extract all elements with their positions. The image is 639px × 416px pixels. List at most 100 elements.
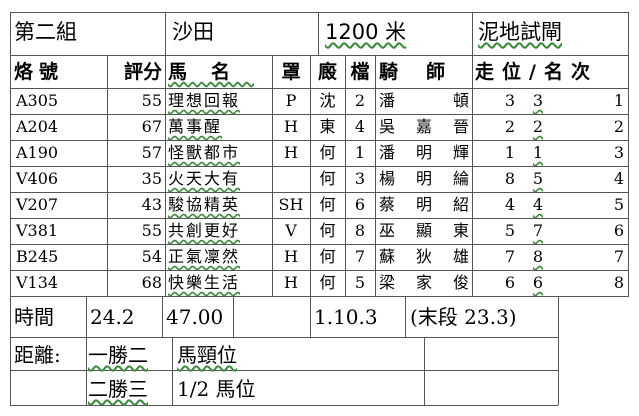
time-label: 時間: [14, 305, 54, 329]
rating-cell: 55: [141, 221, 162, 240]
jockey-char: 東: [452, 221, 469, 240]
jockey-char: 顯: [415, 221, 432, 240]
brand-cell: A190: [16, 143, 59, 162]
time-last-section: (末段 23.3): [410, 305, 517, 329]
draw-cell: 1: [354, 143, 366, 162]
running-position-2: 8: [532, 247, 544, 266]
margin-first-value: 馬頸位: [177, 343, 237, 367]
running-position-1: 8: [504, 169, 516, 188]
rating-cell: 43: [141, 195, 162, 214]
jockey-char: 輝: [452, 143, 469, 162]
col-header-trainer: 廄: [317, 61, 337, 83]
jockey-cell: 梁家 俊: [379, 275, 469, 291]
jockey-char: 晉: [452, 117, 469, 136]
jockey-char: 潘: [379, 91, 396, 110]
running-position-1: 2: [504, 117, 516, 136]
finish-place: 7: [613, 247, 624, 266]
running-position-2: 6: [532, 273, 544, 292]
finish-place: 2: [613, 117, 624, 136]
col-header-jockey: 騎師: [379, 61, 474, 83]
jockey-char: 紹: [452, 195, 469, 214]
jockey-cell: 潘明 輝: [379, 145, 469, 161]
trainer-cell: 何: [319, 221, 336, 240]
jockey-char: 潘: [379, 143, 396, 162]
col-header-brand: 烙號: [14, 63, 84, 82]
jockey-cell: 潘頓: [379, 93, 469, 109]
gear-cell: H: [284, 143, 298, 162]
draw-cell: 2: [354, 91, 366, 110]
draw-cell: 3: [354, 169, 366, 188]
jockey-cell: 楊明 綸: [379, 171, 469, 187]
brand-cell: V406: [16, 169, 59, 188]
col-header-running: 走位/名次: [475, 61, 598, 83]
running-position-1: 7: [504, 247, 516, 266]
finish-place: 5: [613, 195, 624, 214]
horse-name-cell: 理想回報: [168, 91, 241, 110]
distance-label: 1200 米: [325, 20, 407, 44]
jockey-char: 巫: [379, 221, 396, 240]
jockey-char: 楊: [379, 169, 396, 188]
horse-name-cell: 快樂生活: [168, 273, 241, 292]
draw-cell: 4: [354, 117, 366, 136]
gear-cell: H: [284, 247, 298, 266]
running-position-2: 4: [532, 195, 544, 214]
jockey-char: 明: [415, 143, 432, 162]
running-position-2: 5: [532, 169, 544, 188]
rating-cell: 57: [141, 143, 162, 162]
trainer-cell: 何: [319, 247, 336, 266]
jockey-char: 蘇: [379, 247, 396, 266]
jockey-cell: 巫顯 東: [379, 223, 469, 239]
running-position-2: 7: [532, 221, 544, 240]
gear-cell: H: [284, 273, 298, 292]
horse-name-cell: 駿協精英: [168, 195, 241, 214]
jockey-char: 俊: [452, 273, 469, 292]
brand-cell: B245: [16, 247, 59, 266]
gear-cell: SH: [278, 195, 304, 214]
col-header-brand-text: 烙號: [14, 61, 65, 83]
horse-name-cell: 火天大有: [168, 169, 241, 188]
rating-cell: 55: [141, 91, 162, 110]
col-header-rating: 評分: [123, 61, 162, 83]
jockey-char: 綸: [452, 169, 469, 188]
running-position-1: 5: [504, 221, 516, 240]
gear-cell: H: [284, 117, 298, 136]
running-position-2: 2: [532, 117, 544, 136]
running-position-1: 6: [504, 273, 516, 292]
horse-name-cell: 正氣凜然: [168, 247, 241, 266]
jockey-char: 明: [415, 195, 432, 214]
jockey-cell: 蘇狄 雄: [379, 249, 469, 265]
time-400m: 24.2: [90, 305, 135, 329]
jockey-char: 吳: [379, 117, 396, 136]
jockey-char: 頓: [452, 91, 469, 110]
horse-name-cell: 怪獸都市: [168, 143, 241, 162]
jockey-char: 明: [415, 169, 432, 188]
jockey-char: 嘉: [415, 117, 432, 136]
trainer-cell: 何: [319, 169, 336, 188]
track-label: 泥地試閘: [478, 20, 562, 44]
trainer-cell: 何: [319, 273, 336, 292]
group-label: 第二組: [14, 20, 77, 44]
jockey-char: 狄: [415, 247, 432, 266]
finish-place: 6: [613, 221, 624, 240]
rating-cell: 35: [141, 169, 162, 188]
brand-cell: V207: [16, 195, 59, 214]
trainer-cell: 沈: [319, 91, 336, 110]
draw-cell: 5: [354, 273, 366, 292]
gear-cell: P: [285, 91, 297, 110]
brand-cell: A305: [16, 91, 59, 110]
rating-cell: 67: [141, 117, 162, 136]
jockey-char: 家: [415, 273, 432, 292]
finish-place: 4: [613, 169, 624, 188]
finish-place: 3: [613, 143, 624, 162]
horse-name-cell: 萬事醒: [168, 117, 223, 136]
margin-label: 距離:: [14, 343, 61, 367]
rating-cell: 68: [141, 273, 162, 292]
running-position-2: 1: [532, 143, 544, 162]
jockey-cell: 吳嘉 晉: [379, 119, 469, 135]
running-position-1: 3: [504, 91, 516, 110]
venue-label: 沙田: [172, 20, 214, 44]
time-800m: 47.00: [166, 305, 224, 329]
draw-cell: 8: [354, 221, 366, 240]
trainer-cell: 何: [319, 143, 336, 162]
brand-cell: A204: [16, 117, 59, 136]
